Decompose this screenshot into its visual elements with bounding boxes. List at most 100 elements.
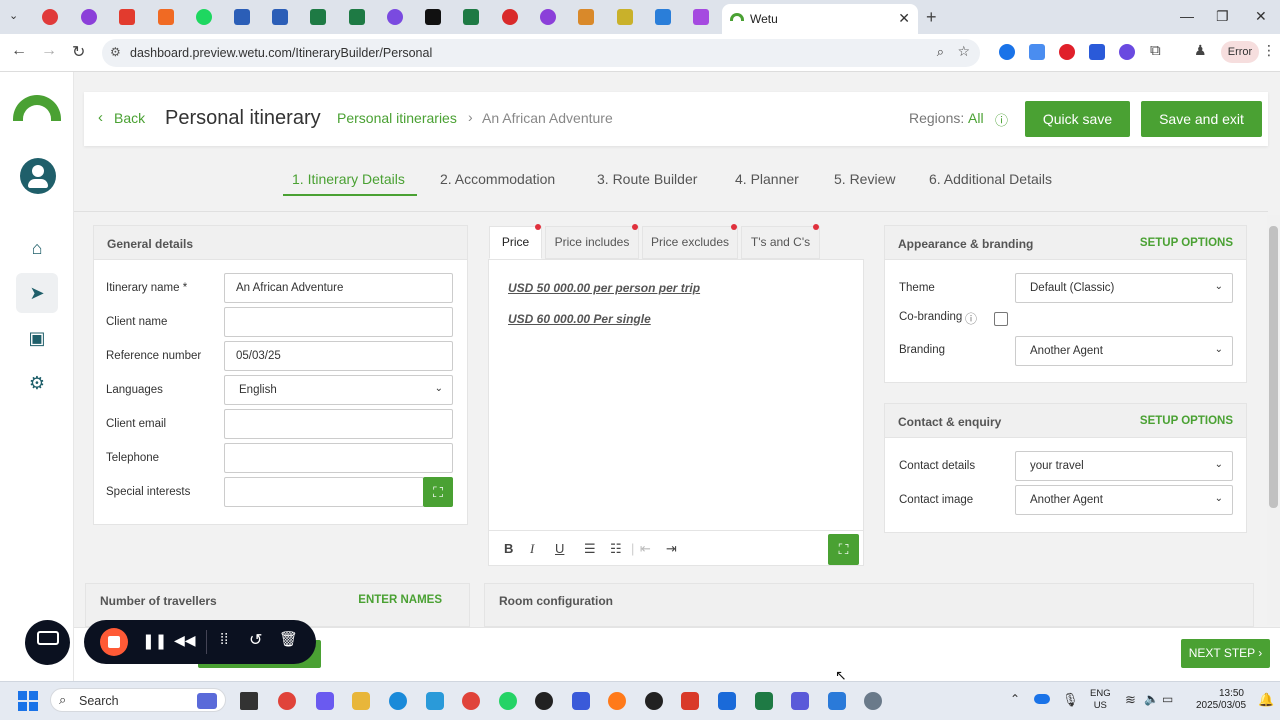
- address-bar[interactable]: ⚙ dashboard.preview.wetu.com/ItineraryBu…: [102, 39, 980, 67]
- theme-select[interactable]: Default (Classic) ⌄: [1015, 273, 1233, 303]
- enter-names-link[interactable]: ENTER NAMES: [358, 594, 442, 606]
- special-interests-field[interactable]: [224, 477, 424, 507]
- next-step-button[interactable]: NEXT STEP ›: [1181, 639, 1270, 668]
- forward-nav-icon[interactable]: →: [41, 42, 57, 60]
- tab-favicon[interactable]: [158, 9, 174, 25]
- tab-price[interactable]: Price: [489, 224, 542, 259]
- tab-favicon[interactable]: [234, 9, 250, 25]
- tab-favicon[interactable]: [119, 9, 135, 25]
- tab-favicon[interactable]: [540, 9, 556, 25]
- app-icon[interactable]: [828, 692, 846, 710]
- tab-itinerary-details[interactable]: 1. Itinerary Details: [292, 171, 405, 187]
- contact-details-select[interactable]: your travel ⌄: [1015, 451, 1233, 481]
- volume-icon[interactable]: 🔈: [1144, 692, 1159, 706]
- notification-bell-icon[interactable]: 🔔: [1258, 692, 1274, 708]
- expand-icon[interactable]: ⛶: [423, 477, 453, 507]
- ordered-list-icon[interactable]: ☰: [584, 541, 596, 557]
- itinerary-name-field[interactable]: An African Adventure: [224, 273, 453, 303]
- file-explorer-icon[interactable]: [352, 692, 370, 710]
- reference-number-field[interactable]: 05/03/25: [224, 341, 453, 371]
- save-and-exit-button[interactable]: Save and exit: [1141, 101, 1262, 137]
- windows-start-icon[interactable]: [18, 691, 38, 711]
- browser-menu-icon[interactable]: ⋮: [1262, 42, 1276, 59]
- telephone-field[interactable]: [224, 443, 453, 473]
- extension-icon[interactable]: [1059, 44, 1075, 60]
- chrome-active-icon[interactable]: [462, 692, 480, 710]
- app-icon[interactable]: [681, 692, 699, 710]
- translate-extension-icon[interactable]: [1029, 44, 1045, 60]
- contact-setup-options-link[interactable]: SETUP OPTIONS: [1140, 415, 1233, 427]
- battery-icon[interactable]: ▭: [1162, 692, 1173, 706]
- wetu-logo[interactable]: [13, 95, 61, 121]
- zoom-icon[interactable]: ⌕: [937, 44, 944, 60]
- extension-icon[interactable]: [1089, 44, 1105, 60]
- tab-favicon[interactable]: [387, 9, 403, 25]
- app-icon[interactable]: [535, 692, 553, 710]
- tab-favicon[interactable]: [42, 9, 58, 25]
- outlook-icon[interactable]: [718, 692, 736, 710]
- taskbar-search[interactable]: ⌕ Search: [50, 688, 226, 712]
- wifi-icon[interactable]: ≋: [1125, 692, 1136, 708]
- tab-favicon[interactable]: [310, 9, 326, 25]
- excel-icon[interactable]: [755, 692, 773, 710]
- tab-route-builder[interactable]: 3. Route Builder: [597, 171, 697, 187]
- camera-button[interactable]: [25, 620, 70, 665]
- profile-icon[interactable]: ♟: [1194, 42, 1207, 59]
- copilot-icon[interactable]: [316, 692, 334, 710]
- site-info-icon[interactable]: ⚙: [110, 45, 121, 59]
- tab-favicon[interactable]: [502, 9, 518, 25]
- clipchamp-icon[interactable]: [572, 692, 590, 710]
- italic-icon[interactable]: I: [530, 541, 534, 557]
- client-name-field[interactable]: [224, 307, 453, 337]
- onedrive-icon[interactable]: [1034, 694, 1050, 704]
- underline-icon[interactable]: U: [555, 541, 564, 556]
- tab-favicon[interactable]: [81, 9, 97, 25]
- info-icon[interactable]: ⓘ: [995, 110, 1008, 129]
- back-chevron-icon[interactable]: ‹: [98, 109, 103, 126]
- chrome-icon[interactable]: [278, 692, 296, 710]
- clock[interactable]: 13:50 2025/03/05: [1196, 688, 1246, 712]
- languages-select[interactable]: English ⌄: [224, 375, 453, 405]
- itinerary-send-icon[interactable]: ➤: [22, 278, 52, 308]
- tab-review[interactable]: 5. Review: [834, 171, 895, 187]
- tab-favicon[interactable]: [272, 9, 288, 25]
- language-indicator[interactable]: ENG US: [1090, 688, 1111, 712]
- pause-icon[interactable]: ❚❚: [142, 632, 167, 650]
- user-avatar[interactable]: [20, 158, 56, 194]
- settings-gear-icon[interactable]: ⚙: [22, 368, 52, 398]
- teams-icon[interactable]: [791, 692, 809, 710]
- trash-icon[interactable]: 🗑: [279, 630, 298, 648]
- snipping-tool-icon[interactable]: [426, 692, 444, 710]
- price-line-1[interactable]: USD 50 000.00 per person per trip: [508, 281, 700, 295]
- edge-icon[interactable]: [389, 692, 407, 710]
- microphone-icon[interactable]: 🎙: [1062, 692, 1079, 708]
- minimize-icon[interactable]: —: [1180, 8, 1194, 24]
- settings-app-icon[interactable]: [864, 692, 882, 710]
- branding-select[interactable]: Another Agent ⌄: [1015, 336, 1233, 366]
- bold-icon[interactable]: B: [504, 541, 513, 556]
- contact-image-select[interactable]: Another Agent ⌄: [1015, 485, 1233, 515]
- bullet-list-icon[interactable]: ☷: [610, 541, 622, 557]
- extension-icon[interactable]: [1119, 44, 1135, 60]
- back-link[interactable]: Back: [114, 110, 145, 126]
- quick-save-button[interactable]: Quick save: [1025, 101, 1130, 137]
- grid-icon[interactable]: ⁞⁞: [220, 631, 228, 648]
- rewind-icon[interactable]: ◀◀: [174, 632, 196, 649]
- stop-recording-button[interactable]: [100, 628, 128, 656]
- active-browser-tab[interactable]: Wetu ✕: [722, 4, 918, 34]
- tab-accommodation[interactable]: 2. Accommodation: [440, 171, 555, 187]
- appearance-setup-options-link[interactable]: SETUP OPTIONS: [1140, 237, 1233, 249]
- tab-favicon[interactable]: [463, 9, 479, 25]
- tray-chevron-icon[interactable]: ⌃: [1010, 692, 1020, 706]
- tab-price-excludes[interactable]: Price excludes: [642, 224, 738, 259]
- tab-favicon[interactable]: [349, 9, 365, 25]
- image-gallery-icon[interactable]: ▣: [22, 323, 52, 353]
- tab-favicon[interactable]: [578, 9, 594, 25]
- extensions-puzzle-icon[interactable]: ⧉: [1150, 42, 1161, 59]
- regions-value[interactable]: All: [968, 110, 984, 126]
- task-view-icon[interactable]: [240, 692, 258, 710]
- tab-terms[interactable]: T's and C's: [741, 224, 820, 259]
- info-icon[interactable]: ⓘ: [965, 310, 977, 327]
- error-button[interactable]: Error: [1221, 41, 1259, 63]
- indent-icon[interactable]: ⇥: [666, 541, 677, 557]
